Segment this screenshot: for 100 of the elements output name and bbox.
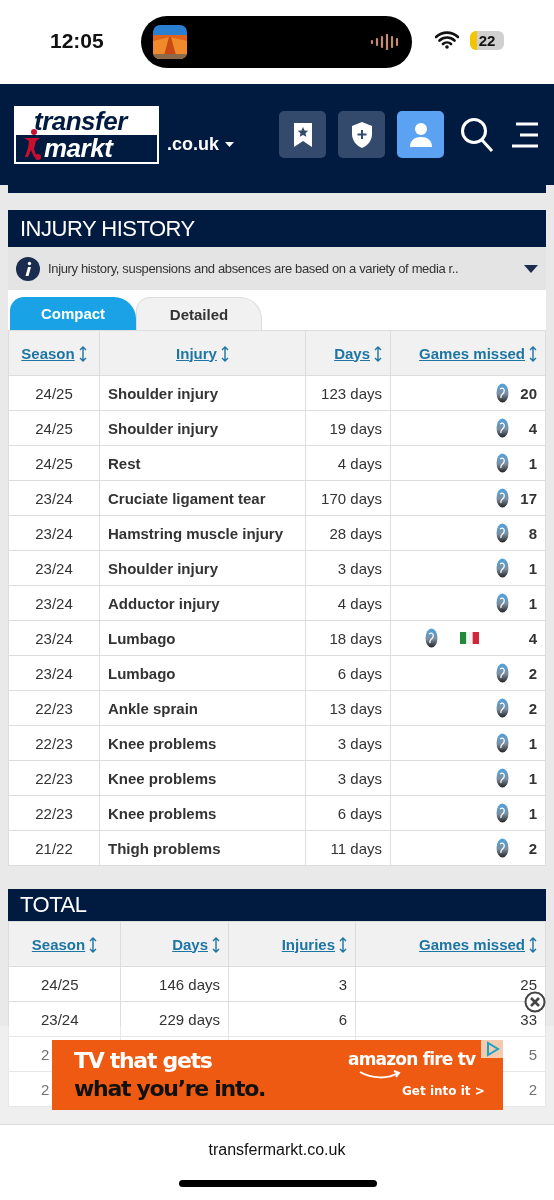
table-cell: 18 days bbox=[305, 620, 391, 656]
table-cell: 22/23 bbox=[8, 795, 100, 831]
shield-plus-icon bbox=[349, 120, 374, 149]
view-tab[interactable]: Detailed bbox=[136, 297, 262, 330]
bookmark-button[interactable] bbox=[279, 111, 326, 158]
menu-button[interactable] bbox=[510, 121, 540, 148]
table-cell: 13 days bbox=[305, 690, 391, 726]
club-crest-icon bbox=[496, 838, 509, 858]
section-title: INJURY HISTORY bbox=[8, 210, 546, 247]
club-crest-icon bbox=[496, 383, 509, 403]
table-cell: 11 days bbox=[305, 830, 391, 866]
games-count: 20 bbox=[519, 384, 537, 402]
sort-link[interactable]: Injury bbox=[176, 344, 229, 362]
table-cell: 3 bbox=[228, 966, 356, 1002]
table-cell: 22/23 bbox=[8, 760, 100, 796]
table-cell: 23/24 bbox=[8, 620, 100, 656]
sort-link[interactable]: Days bbox=[172, 935, 220, 953]
games-count: 2 bbox=[527, 699, 537, 717]
table-cell: 23/24 bbox=[8, 585, 100, 621]
club-crest-icon bbox=[496, 523, 509, 543]
games-count: 4 bbox=[527, 629, 537, 647]
table-cell: 23/24 bbox=[8, 515, 100, 551]
section-title: TOTAL bbox=[8, 889, 546, 921]
sort-icon bbox=[339, 936, 347, 953]
games-count: 1 bbox=[527, 559, 537, 577]
table-cell: 24/25 bbox=[8, 410, 100, 446]
table-cell: 3 days bbox=[305, 760, 391, 796]
table-cell: 6 bbox=[228, 1001, 356, 1037]
view-tab[interactable]: Compact bbox=[10, 297, 136, 330]
sort-icon bbox=[529, 936, 537, 953]
club-crest-icon bbox=[425, 628, 438, 648]
table-cell: Hamstring muscle injury bbox=[99, 515, 306, 551]
table-cell: 22/23 bbox=[8, 690, 100, 726]
wifi-icon bbox=[435, 31, 459, 49]
sort-icon bbox=[89, 936, 98, 953]
table-cell: Shoulder injury bbox=[99, 410, 306, 446]
club-crest-icon bbox=[496, 663, 509, 683]
table-cell: 21/22 bbox=[8, 830, 100, 866]
close-ad-button[interactable] bbox=[524, 991, 546, 1013]
info-banner[interactable]: Injury history, suspensions and absences are based on a variety of media r.. bbox=[8, 247, 546, 290]
logo[interactable]: transfer markt bbox=[14, 105, 159, 164]
logo-text: markt bbox=[44, 134, 113, 162]
table-cell: Adductor injury bbox=[99, 585, 306, 621]
table-cell: Ankle sprain bbox=[99, 690, 306, 726]
table-cell: 24/25 bbox=[8, 966, 121, 1002]
domain-selector[interactable]: .co.uk bbox=[167, 134, 234, 155]
table-cell: 24/25 bbox=[8, 375, 100, 411]
club-shield-button[interactable] bbox=[338, 111, 385, 158]
club-crest-icon bbox=[496, 698, 509, 718]
table-cell: Cruciate ligament tear bbox=[99, 480, 306, 516]
dropdown-caret-icon bbox=[524, 264, 538, 273]
table-cell: Knee problems bbox=[99, 795, 306, 831]
table-cell: 23/24 bbox=[8, 550, 100, 586]
club-crest-icon bbox=[496, 768, 509, 788]
table-cell: 23/24 bbox=[8, 480, 100, 516]
club-crest-icon bbox=[496, 733, 509, 753]
club-crest-icon bbox=[496, 488, 509, 508]
club-crest-icon bbox=[496, 803, 509, 823]
bookmark-star-icon bbox=[292, 121, 313, 148]
ad-call-to-action[interactable]: Get into it > bbox=[402, 1084, 485, 1098]
table-cell: 229 days bbox=[120, 1001, 229, 1037]
games-count: 2 bbox=[527, 839, 537, 857]
table-cell: 22/23 bbox=[8, 725, 100, 761]
menu-icon bbox=[510, 121, 540, 148]
sort-icon bbox=[374, 345, 382, 362]
info-icon bbox=[16, 256, 40, 281]
games-count: 2 bbox=[527, 664, 537, 682]
games-count: 1 bbox=[527, 454, 537, 472]
logo-text: transfer bbox=[16, 107, 157, 135]
games-count: 1 bbox=[527, 769, 537, 787]
smile-arrow-icon bbox=[359, 1070, 403, 1079]
table-cell: 146 days bbox=[120, 966, 229, 1002]
italy-flag-icon bbox=[460, 632, 479, 644]
table-cell: Lumbago bbox=[99, 655, 306, 691]
table-cell: 24/25 bbox=[8, 445, 100, 481]
profile-button[interactable] bbox=[397, 111, 444, 158]
table-cell: Knee problems bbox=[99, 760, 306, 796]
sort-icon bbox=[220, 345, 229, 362]
table-cell: Shoulder injury bbox=[99, 375, 306, 411]
search-icon bbox=[460, 116, 494, 153]
table-cell: 19 days bbox=[305, 410, 391, 446]
club-crest-icon bbox=[496, 593, 509, 613]
table-cell: 123 days bbox=[305, 375, 391, 411]
games-count: 4 bbox=[527, 419, 537, 437]
caret-icon bbox=[225, 142, 234, 147]
advertisement-banner[interactable]: TV that gets what you’re into. amazon fire tv Get into it > bbox=[52, 1040, 503, 1110]
games-count: 17 bbox=[519, 489, 537, 507]
table-cell: 28 days bbox=[305, 515, 391, 551]
table-cell: 4 days bbox=[305, 585, 391, 621]
table-cell: 3 days bbox=[305, 725, 391, 761]
battery-level: 22 bbox=[470, 31, 504, 50]
table-cell: Knee problems bbox=[99, 725, 306, 761]
table-cell: 6 days bbox=[305, 655, 391, 691]
search-button[interactable] bbox=[460, 116, 494, 153]
table-cell: Rest bbox=[99, 445, 306, 481]
sort-icon bbox=[78, 345, 87, 362]
table-cell: 170 days bbox=[305, 480, 391, 516]
sort-icon bbox=[529, 345, 537, 362]
games-count: 1 bbox=[527, 804, 537, 822]
games-count: 1 bbox=[527, 594, 537, 612]
